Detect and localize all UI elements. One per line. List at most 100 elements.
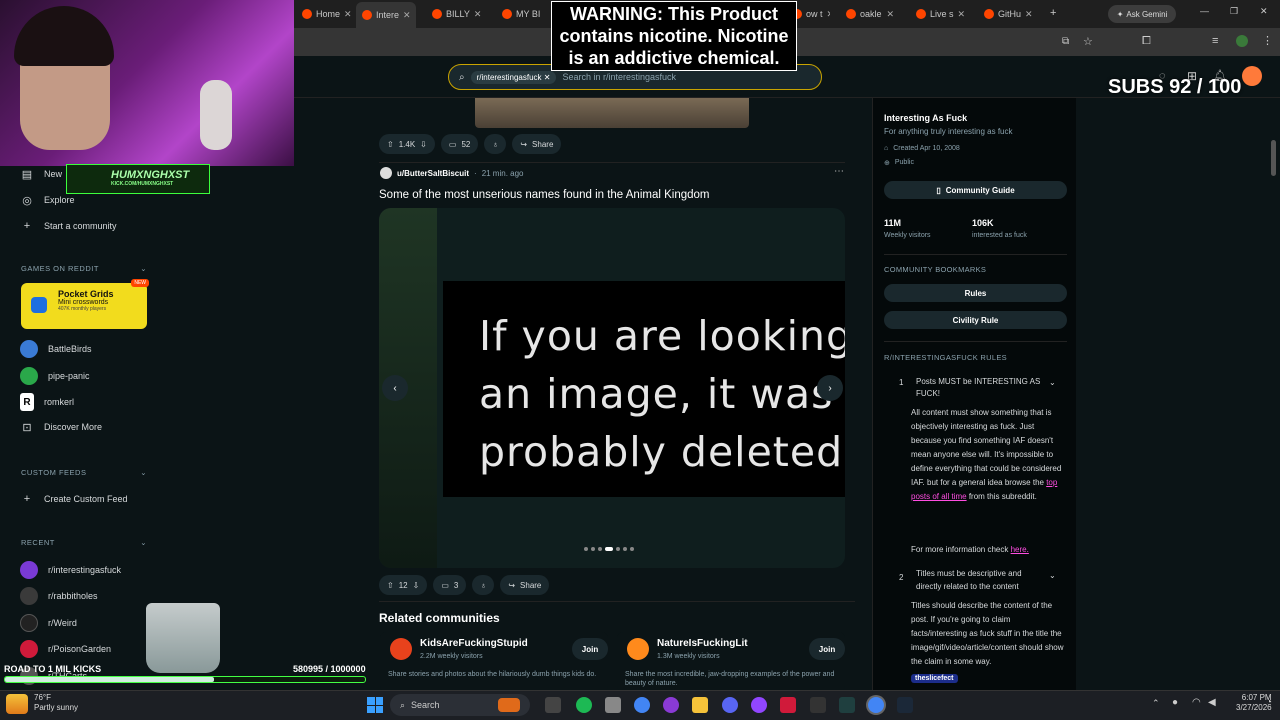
games-section-header[interactable]: GAMES ON REDDIT ⌄ [21, 264, 147, 273]
bookmark-star-icon[interactable]: ☆ [1083, 35, 1093, 48]
chrome-icon[interactable] [634, 697, 650, 713]
task-view-icon[interactable] [545, 697, 561, 713]
sidebar-item-new[interactable]: ▤ New [20, 167, 62, 181]
app-icon[interactable] [751, 697, 767, 713]
create-custom-feed[interactable]: + Create Custom Feed [20, 492, 128, 506]
post-author[interactable]: u/ButterSaltBiscuit [397, 169, 469, 178]
award-button[interactable]: ♁ [484, 134, 507, 154]
volume-icon[interactable]: ◀ [1208, 697, 1216, 708]
browser-tab[interactable]: BILLY ✕ [426, 4, 486, 24]
gallery-dot[interactable] [598, 547, 602, 551]
steam-icon[interactable] [897, 697, 913, 713]
windows-start-icon[interactable] [367, 697, 383, 713]
page-scrollbar[interactable] [1271, 140, 1276, 176]
community-guide-button[interactable]: ▯ Community Guide [884, 181, 1067, 199]
gallery-dot[interactable] [584, 547, 588, 551]
tab-close-icon[interactable]: ✕ [344, 9, 352, 20]
author-avatar[interactable] [380, 167, 392, 179]
chip-close-icon[interactable]: ✕ [544, 73, 551, 82]
gallery-dot[interactable] [630, 547, 634, 551]
tab-close-icon[interactable]: ✕ [958, 9, 966, 20]
award-button[interactable]: ♁ [472, 575, 495, 595]
gallery-dot[interactable] [616, 547, 620, 551]
sidebar-item-discover-more[interactable]: ⊡ Discover More [20, 420, 102, 434]
recent-item[interactable]: r/interestingasfuck [20, 561, 121, 579]
browser-tab[interactable]: oakle ✕ [840, 4, 900, 24]
comments-button[interactable]: ▭ 52 [440, 134, 479, 154]
post-gallery[interactable]: If you are looking fo an image, it was p… [379, 208, 845, 568]
custom-feeds-header[interactable]: CUSTOM FEEDS ⌄ [21, 468, 147, 477]
chevron-down-icon[interactable]: ⌄ [1049, 378, 1056, 387]
gallery-dot[interactable] [605, 547, 613, 551]
extensions-icon[interactable]: ⧠ [1142, 35, 1151, 48]
profile-avatar[interactable] [1236, 35, 1248, 47]
join-button[interactable]: Join [572, 638, 608, 660]
more-info-link[interactable]: here. [1011, 545, 1029, 554]
browser-tab[interactable]: Home ✕ [296, 4, 352, 24]
downvote-icon[interactable]: ⇩ [413, 581, 420, 590]
recent-item[interactable]: r/rabbitholes [20, 587, 98, 605]
gallery-prev-button[interactable]: ‹ [382, 375, 408, 401]
subreddit-chip[interactable]: r/interestingasfuck ✕ [470, 70, 557, 84]
weather-icon[interactable] [6, 694, 28, 714]
taskbar-search[interactable]: ⌕ Search [390, 694, 530, 716]
community-name[interactable]: KidsAreFuckingStupid [420, 638, 528, 649]
app-icon[interactable] [780, 697, 796, 713]
notification-bell-icon[interactable]: ◔ [1266, 697, 1272, 708]
more-menu-icon[interactable]: ⋮ [1262, 34, 1273, 47]
upvote-icon[interactable]: ⇧ [387, 140, 394, 149]
sidebar-item-start-community[interactable]: + Start a community [20, 219, 117, 233]
gallery-dot[interactable] [591, 547, 595, 551]
pocket-grids-card[interactable]: NEW Pocket Grids Mini crosswords 407K mo… [21, 279, 149, 329]
rules-bookmark-button[interactable]: Rules [884, 284, 1067, 302]
sidebar-item-romkerl[interactable]: Rromkerl [20, 393, 74, 411]
share-button[interactable]: ↪ Share [500, 575, 550, 595]
app-icon[interactable] [810, 697, 826, 713]
sidebar-item-pipe-panic[interactable]: pipe-panic [20, 367, 90, 385]
gallery-dot[interactable] [623, 547, 627, 551]
app-icon[interactable] [839, 697, 855, 713]
browser-tab[interactable]: GitHu ✕ [978, 4, 1038, 24]
microphone-icon[interactable]: ● [1172, 697, 1178, 708]
user-avatar[interactable] [1242, 66, 1262, 86]
browser-tab[interactable]: Intere ✕ [356, 2, 416, 28]
vote-control[interactable]: ⇧ 12 ⇩ [379, 575, 428, 595]
recent-item[interactable]: r/Weird [20, 614, 77, 632]
file-explorer-icon[interactable] [692, 697, 708, 713]
recent-item[interactable]: r/PoisonGarden [20, 640, 111, 658]
post-title[interactable]: Some of the most unserious names found i… [379, 189, 710, 201]
tab-close-icon[interactable]: ✕ [827, 9, 830, 20]
reading-list-icon[interactable]: ≡ [1212, 35, 1218, 47]
new-tab-icon[interactable]: + [1050, 7, 1056, 19]
app-icon[interactable] [663, 697, 679, 713]
related-community-card[interactable]: KidsAreFuckingStupid 2.2M weekly visitor… [380, 632, 608, 692]
close-window-icon[interactable]: ✕ [1260, 6, 1268, 17]
sidebar-item-battlebirds[interactable]: BattleBirds [20, 340, 92, 358]
gallery-next-button[interactable]: › [817, 375, 843, 401]
share-button[interactable]: ↪ Share [512, 134, 562, 154]
tab-close-icon[interactable]: ✕ [1025, 9, 1033, 20]
post-options-icon[interactable]: ⋯ [834, 166, 844, 177]
maximize-icon[interactable]: ❐ [1230, 6, 1238, 17]
community-name[interactable]: NatureIsFuckingLit [657, 638, 748, 649]
sidebar-item-explore[interactable]: ◎ Explore [20, 193, 74, 207]
join-button[interactable]: Join [809, 638, 845, 660]
tab-close-icon[interactable]: ✕ [474, 9, 482, 20]
recent-header[interactable]: RECENT ⌄ [21, 538, 147, 547]
chrome-active-icon[interactable] [868, 697, 884, 713]
browser-tab[interactable]: Live s ✕ [910, 4, 970, 24]
tab-close-icon[interactable]: ✕ [403, 10, 411, 21]
upvote-icon[interactable]: ⇧ [387, 581, 394, 590]
tray-chevron-icon[interactable]: ⌃ [1152, 698, 1160, 709]
civility-rule-bookmark-button[interactable]: Civility Rule [884, 311, 1067, 329]
discord-icon[interactable] [722, 697, 738, 713]
wifi-icon[interactable]: ◠ [1192, 697, 1201, 708]
downvote-icon[interactable]: ⇩ [420, 140, 427, 149]
weather-widget[interactable]: 76°F Partly sunny [34, 693, 78, 713]
app-icon[interactable] [605, 697, 621, 713]
chevron-down-icon[interactable]: ⌄ [1049, 571, 1056, 580]
tab-close-icon[interactable]: ✕ [886, 9, 894, 20]
minimize-icon[interactable]: — [1200, 6, 1209, 16]
comments-button[interactable]: ▭ 3 [433, 575, 467, 595]
ask-gemini-button[interactable]: ✦ Ask Gemini [1108, 5, 1176, 23]
